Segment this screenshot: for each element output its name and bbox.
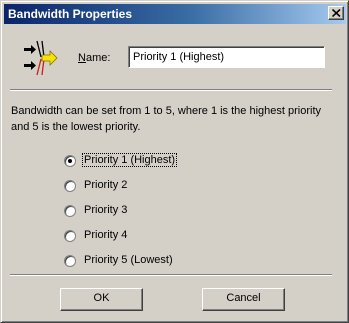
radio-label: Priority 3 [84, 204, 128, 216]
ok-button[interactable]: OK [60, 288, 143, 311]
separator-top [10, 89, 332, 91]
radio-button[interactable] [64, 230, 76, 242]
radio-selected-dot [68, 159, 72, 163]
radio-button[interactable] [64, 205, 76, 217]
radio-label: Priority 1 (Highest) [81, 153, 178, 167]
separator-bottom [10, 274, 332, 276]
window-title: Bandwidth Properties [8, 7, 133, 21]
bandwidth-properties-dialog: Bandwidth Properties Name: Priority 1 (H… [0, 0, 349, 323]
title-bar[interactable]: Bandwidth Properties [4, 4, 346, 24]
bandwidth-priority-icon [24, 40, 58, 76]
radio-label: Priority 4 [84, 229, 128, 241]
radio-button[interactable] [64, 180, 76, 192]
close-icon [332, 9, 341, 17]
radio-button[interactable] [64, 155, 76, 167]
description-text: Bandwidth can be set from 1 to 5, where … [11, 105, 321, 133]
radio-label: Priority 5 (Lowest) [84, 254, 173, 266]
close-button[interactable] [328, 6, 344, 20]
cancel-button[interactable]: Cancel [202, 288, 285, 311]
name-label: Name: [78, 52, 111, 64]
radio-label: Priority 2 [84, 179, 128, 191]
radio-button[interactable] [64, 255, 76, 267]
name-field[interactable]: Priority 1 (Highest) [128, 46, 325, 68]
